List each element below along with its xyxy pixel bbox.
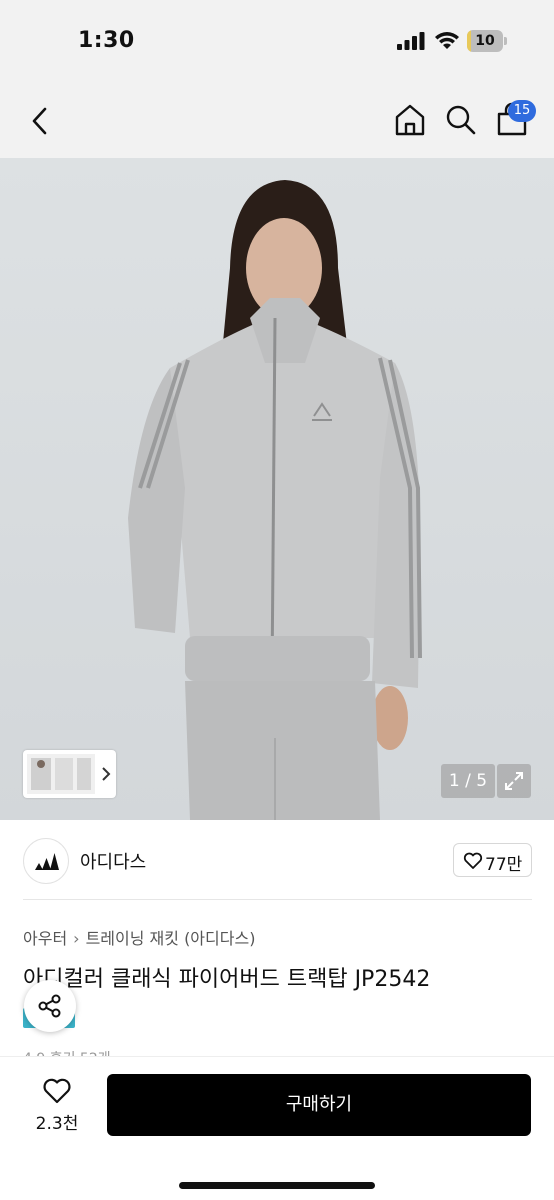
status-time: 1:30	[78, 28, 135, 53]
share-button[interactable]	[24, 980, 76, 1032]
signal-icon	[397, 32, 425, 50]
back-icon[interactable]	[26, 104, 56, 138]
thumbnail-image	[27, 754, 95, 794]
battery-icon: 10	[467, 30, 507, 52]
expand-icon	[505, 772, 523, 790]
adidas-logo-icon	[35, 853, 59, 870]
breadcrumb: 아우터 › 트레이닝 재킷 (아디다스)	[23, 925, 255, 949]
brand-like-button[interactable]: 77만	[453, 843, 532, 877]
product-image-gallery[interactable]: 1 / 5	[0, 158, 554, 820]
home-icon[interactable]	[393, 102, 427, 138]
battery-level: 10	[475, 33, 495, 49]
chevron-right-icon	[102, 767, 111, 781]
section-divider	[23, 899, 532, 900]
heart-icon	[43, 1078, 71, 1104]
brand-name[interactable]: 아디다스	[80, 848, 146, 874]
wishlist-count: 2.3천	[35, 1114, 79, 1134]
breadcrumb-item[interactable]: 아우터	[23, 929, 67, 948]
heart-icon	[463, 852, 483, 869]
product-title: 아디컬러 클래식 파이어버드 트랙탑 JP2542	[23, 967, 431, 992]
wifi-icon	[435, 32, 459, 49]
thumbnail-strip[interactable]	[23, 750, 116, 798]
top-navigation: 15	[0, 82, 554, 158]
breadcrumb-item[interactable]: 트레이닝 재킷 (아디다스)	[86, 929, 256, 948]
bottom-action-bar: 2.3천 구매하기	[0, 1056, 554, 1200]
expand-button[interactable]	[497, 764, 531, 798]
cart-count-badge: 15	[508, 100, 536, 122]
share-icon	[38, 994, 61, 1018]
search-icon[interactable]	[444, 102, 478, 138]
home-indicator	[179, 1182, 375, 1189]
product-photo	[128, 180, 422, 820]
image-pager: 1 / 5	[441, 764, 495, 798]
chevron-right-icon: ›	[73, 929, 80, 948]
wishlist-button[interactable]: 2.3천	[22, 1077, 92, 1137]
brand-like-count: 77만	[485, 855, 523, 875]
buy-button[interactable]: 구매하기	[107, 1074, 531, 1136]
status-bar: 1:30 10	[0, 0, 554, 82]
brand-logo[interactable]	[23, 838, 69, 884]
